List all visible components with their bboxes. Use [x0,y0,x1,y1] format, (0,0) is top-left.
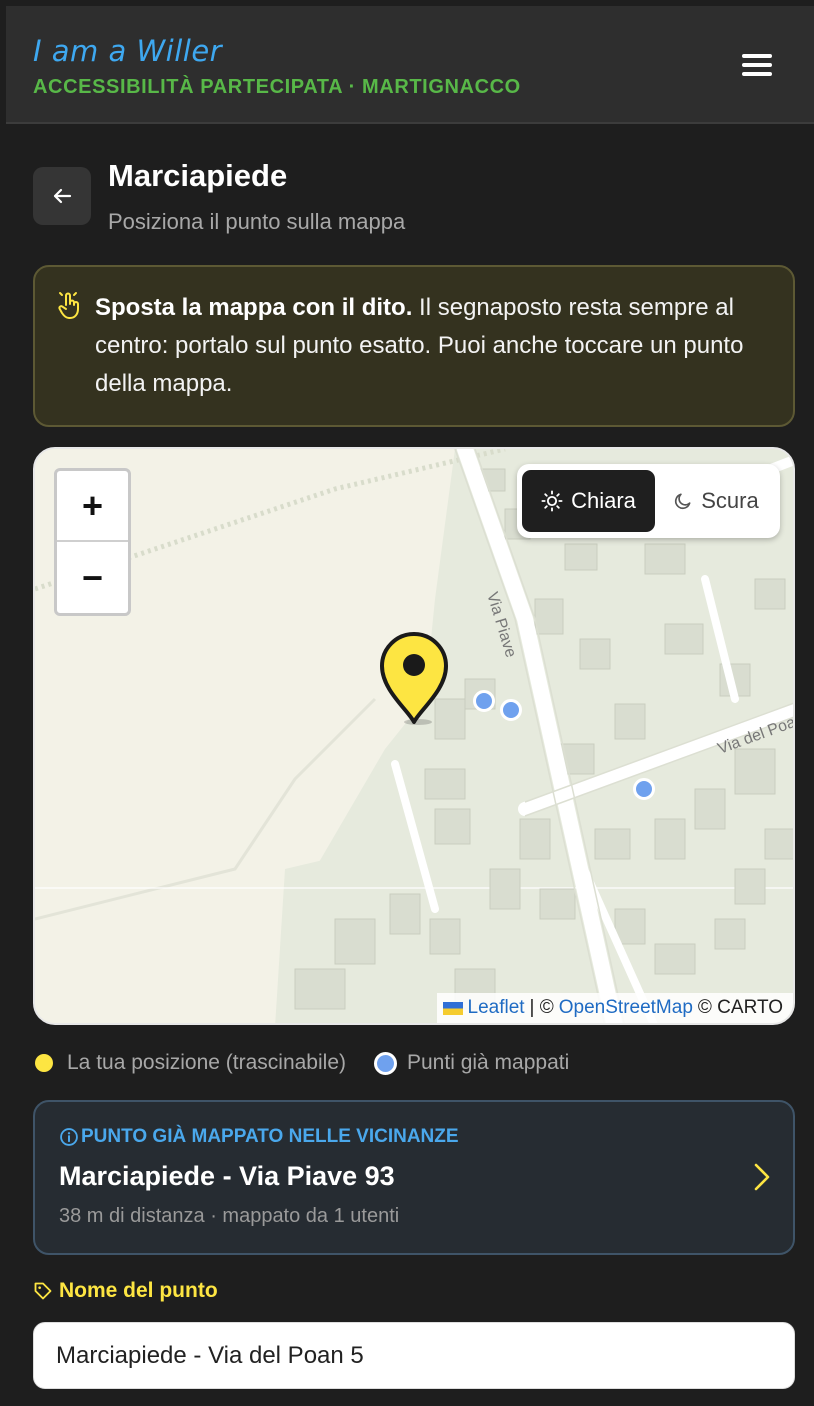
map-legend: La tua posizione (trascinabile) Punti gi… [35,1048,569,1078]
nearby-heading-text: PUNTO GIÀ MAPPATO NELLE VICINANZE [81,1126,459,1147]
chevron-right-icon [754,1163,770,1191]
brand-logo[interactable]: I am a Willer [33,34,222,68]
map-view[interactable]: Via Piave Via del Poan + − Chiara Scura … [33,447,795,1025]
arrow-left-icon [53,188,72,204]
app-tagline: ACCESSIBILITÀ PARTECIPATA · MARTIGNACCO [33,76,521,98]
attribution-separator: | © [529,997,554,1018]
moon-icon [675,493,691,510]
ukraine-flag-icon [442,1001,463,1015]
tag-icon [34,1282,52,1300]
nearby-heading: PUNTO GIÀ MAPPATO NELLE VICINANZE [59,1126,459,1148]
page-subtitle: Posiziona il punto sulla mappa [108,209,406,234]
zoom-controls: + − [54,468,131,616]
name-field-label-text: Nome del punto [59,1279,218,1302]
hand-pointer-icon [57,291,83,319]
hamburger-menu-icon[interactable] [742,54,772,80]
sun-icon [541,490,563,512]
legend-position-label: La tua posizione (trascinabile) [67,1051,346,1074]
point-name-input[interactable] [33,1322,795,1389]
back-button[interactable] [33,167,91,225]
page-title: Marciapiede [108,158,288,193]
theme-dark-button[interactable]: Scura [657,470,775,532]
app-header: I am a Willer ACCESSIBILITÀ PARTECIPATA … [6,6,814,124]
nearby-meta: 38 m di distanza · mappato da 1 utenti [59,1205,400,1227]
zoom-in-button[interactable]: + [57,471,128,542]
mapped-point-marker[interactable] [500,699,522,721]
leaflet-link[interactable]: Leaflet [468,997,525,1019]
hint-bold: Sposta la mappa con il dito. [95,294,413,321]
legend-blue-dot [374,1051,397,1075]
theme-dark-label: Scura [701,488,759,513]
legend-mapped-label: Punti già mappati [407,1051,570,1074]
info-icon [60,1128,78,1146]
map-theme-toggle: Chiara Scura [517,464,780,538]
hint-text: Sposta la mappa con il dito. Il segnapos… [95,289,785,403]
theme-light-label: Chiara [571,488,636,513]
legend-yellow-dot [35,1054,53,1072]
hint-box: Sposta la mappa con il dito. Il segnapos… [33,265,795,427]
zoom-out-button[interactable]: − [57,542,128,613]
name-field-label: Nome del punto [33,1279,218,1303]
carto-credit: © CARTO [697,997,783,1018]
theme-light-button[interactable]: Chiara [522,470,655,532]
osm-link[interactable]: OpenStreetMap [559,997,693,1019]
mapped-point-marker[interactable] [473,690,495,712]
nearby-point-card[interactable]: PUNTO GIÀ MAPPATO NELLE VICINANZE Marcia… [33,1100,795,1255]
nearby-title: Marciapiede - Via Piave 93 [59,1161,395,1191]
mapped-point-marker[interactable] [633,778,655,800]
map-pin-icon[interactable] [378,630,450,726]
map-attribution: Leaflet | © OpenStreetMap © CARTO [436,993,793,1023]
